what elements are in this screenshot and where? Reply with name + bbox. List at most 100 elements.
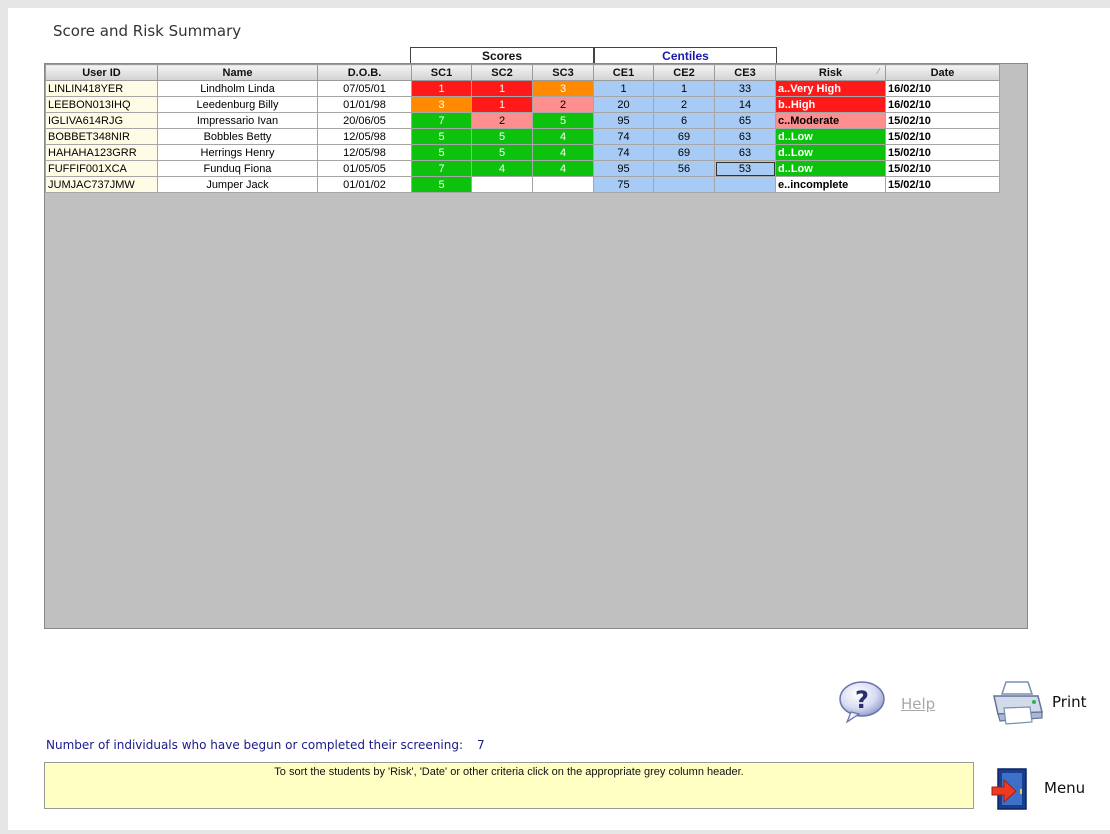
- cell-name: Herrings Henry: [157, 144, 318, 161]
- results-grid: User ID Name D.O.B. SC1 SC2 SC3 CE1 CE2 …: [44, 63, 1028, 629]
- sort-indicator-icon: ⁄: [877, 67, 879, 76]
- cell-ce2: [653, 176, 715, 193]
- table-row[interactable]: LINLIN418YER Lindholm Linda 07/05/01 1 1 3 1 1 3…: [45, 80, 1000, 97]
- menu-button[interactable]: Menu: [990, 765, 1100, 813]
- cell-user-id: LEEBON013IHQ: [45, 96, 158, 113]
- column-header-date[interactable]: Date: [885, 64, 1000, 81]
- cell-ce1: 74: [593, 128, 654, 145]
- cell-date: 15/02/10: [885, 144, 1000, 161]
- cell-sc1: 7: [411, 112, 472, 129]
- cell-sc2: 4: [471, 160, 533, 177]
- cell-sc2: 2: [471, 112, 533, 129]
- cell-risk: d..Low: [775, 128, 886, 145]
- cell-user-id: FUFFIF001XCA: [45, 160, 158, 177]
- cell-ce1: 74: [593, 144, 654, 161]
- cell-user-id: HAHAHA123GRR: [45, 144, 158, 161]
- cell-date: 15/02/10: [885, 128, 1000, 145]
- cell-name: Leedenburg Billy: [157, 96, 318, 113]
- cell-risk: b..High: [775, 96, 886, 113]
- cell-name: Impressario Ivan: [157, 112, 318, 129]
- table-row[interactable]: JUMJAC737JMW Jumper Jack 01/01/02 5 75 e..inc…: [45, 176, 1000, 193]
- cell-ce2: 69: [653, 144, 715, 161]
- exit-door-icon: [991, 768, 1027, 810]
- sort-hint-text: To sort the students by 'Risk', 'Date' o…: [274, 766, 744, 778]
- cell-ce3: 14: [714, 96, 776, 113]
- cell-ce1: 95: [593, 112, 654, 129]
- cell-sc2: 1: [471, 80, 533, 97]
- cell-date: 15/02/10: [885, 160, 1000, 177]
- cell-dob: 20/06/05: [317, 112, 412, 129]
- cell-risk: a..Very High: [775, 80, 886, 97]
- print-button[interactable]: Print: [990, 678, 1100, 726]
- scores-group-header: Scores: [410, 47, 594, 64]
- cell-risk: d..Low: [775, 144, 886, 161]
- menu-label: Menu: [1044, 779, 1086, 797]
- cell-ce3: 63: [714, 144, 776, 161]
- cell-sc2: 5: [471, 128, 533, 145]
- help-icon: ?: [839, 681, 885, 724]
- cell-sc3: 2: [532, 96, 594, 113]
- column-header-ce2[interactable]: CE2: [653, 64, 715, 81]
- column-header-user-id[interactable]: User ID: [45, 64, 158, 81]
- print-label: Print: [1052, 693, 1087, 711]
- column-header-ce3[interactable]: CE3: [714, 64, 776, 81]
- column-header-risk[interactable]: Risk ⁄: [775, 64, 886, 81]
- cell-ce3: 65: [714, 112, 776, 129]
- cell-ce1: 20: [593, 96, 654, 113]
- cell-ce2: 6: [653, 112, 715, 129]
- cell-user-id: LINLIN418YER: [45, 80, 158, 97]
- cell-dob: 12/05/98: [317, 128, 412, 145]
- help-button[interactable]: ? Help: [837, 680, 947, 724]
- cell-user-id: IGLIVA614RJG: [45, 112, 158, 129]
- cell-dob: 01/05/05: [317, 160, 412, 177]
- cell-ce2: 69: [653, 128, 715, 145]
- column-header-sc2[interactable]: SC2: [471, 64, 533, 81]
- cell-user-id: BOBBET348NIR: [45, 128, 158, 145]
- individuals-count-label: Number of individuals who have begun or …: [46, 738, 464, 752]
- cell-ce2: 1: [653, 80, 715, 97]
- cell-date: 15/02/10: [885, 176, 1000, 193]
- cell-sc3: 4: [532, 160, 594, 177]
- cell-user-id: JUMJAC737JMW: [45, 176, 158, 193]
- cell-sc3: 5: [532, 112, 594, 129]
- cell-sc2: 5: [471, 144, 533, 161]
- sort-hint-box: To sort the students by 'Risk', 'Date' o…: [44, 762, 974, 809]
- cell-dob: 12/05/98: [317, 144, 412, 161]
- cell-dob: 07/05/01: [317, 80, 412, 97]
- cell-name: Lindholm Linda: [157, 80, 318, 97]
- cell-ce3: 53: [714, 160, 776, 177]
- cell-ce1: 95: [593, 160, 654, 177]
- cell-ce1: 1: [593, 80, 654, 97]
- centiles-group-header: Centiles: [594, 47, 777, 64]
- cell-ce2: 2: [653, 96, 715, 113]
- cell-sc1: 5: [411, 144, 472, 161]
- cell-risk: c..Moderate: [775, 112, 886, 129]
- column-header-ce1[interactable]: CE1: [593, 64, 654, 81]
- cell-date: 15/02/10: [885, 112, 1000, 129]
- column-header-risk-label: Risk: [818, 66, 843, 79]
- individuals-count: Number of individuals who have begun or …: [46, 738, 485, 752]
- column-header-sc3[interactable]: SC3: [532, 64, 594, 81]
- column-header-sc1[interactable]: SC1: [411, 64, 472, 81]
- cell-sc3: [532, 176, 594, 193]
- table-row[interactable]: LEEBON013IHQ Leedenburg Billy 01/01/98 3 1 2 2…: [45, 96, 1000, 113]
- cell-name: Funduq Fiona: [157, 160, 318, 177]
- table-row[interactable]: FUFFIF001XCA Funduq Fiona 01/05/05 7 4 4 95 56 5…: [45, 160, 1000, 177]
- results-table: User ID Name D.O.B. SC1 SC2 SC3 CE1 CE2 …: [45, 64, 1000, 193]
- cell-risk: d..Low: [775, 160, 886, 177]
- cell-sc1: 5: [411, 128, 472, 145]
- table-row[interactable]: HAHAHA123GRR Herrings Henry 12/05/98 5 5 4 74 6…: [45, 144, 1000, 161]
- cell-sc2: 1: [471, 96, 533, 113]
- cell-dob: 01/01/02: [317, 176, 412, 193]
- cell-date: 16/02/10: [885, 80, 1000, 97]
- table-row[interactable]: BOBBET348NIR Bobbles Betty 12/05/98 5 5 4 74 69…: [45, 128, 1000, 145]
- column-header-dob[interactable]: D.O.B.: [317, 64, 412, 81]
- table-row[interactable]: IGLIVA614RJG Impressario Ivan 20/06/05 7 2 5 9…: [45, 112, 1000, 129]
- cell-dob: 01/01/98: [317, 96, 412, 113]
- cell-name: Jumper Jack: [157, 176, 318, 193]
- cell-sc3: 3: [532, 80, 594, 97]
- page-title: Score and Risk Summary: [53, 22, 242, 40]
- svg-text:?: ?: [855, 686, 869, 714]
- cell-ce3: 33: [714, 80, 776, 97]
- column-header-name[interactable]: Name: [157, 64, 318, 81]
